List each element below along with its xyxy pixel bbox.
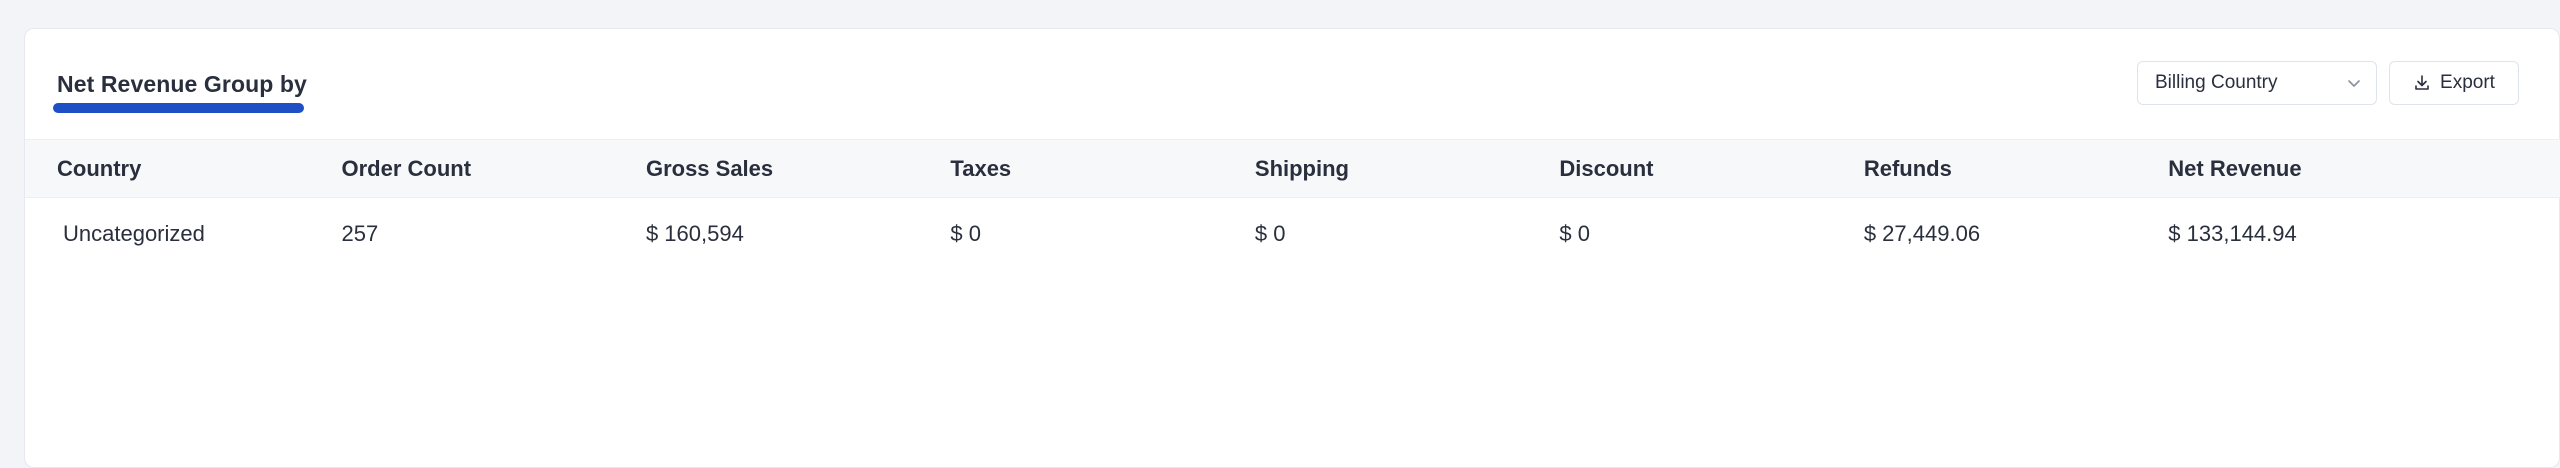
title-underline [53,103,304,113]
cell-gross-sales: $ 160,594 [645,221,744,246]
cell-order-count: 257 [341,221,379,246]
column-header-taxes[interactable]: Taxes [950,140,1254,198]
download-icon [2415,75,2429,90]
column-header-net-revenue[interactable]: Net Revenue [2168,140,2560,198]
cell-discount: $ 0 [1559,221,1590,246]
net-revenue-card: Net Revenue Group by Billing Country Exp… [24,28,2560,468]
column-header-order-count[interactable]: Order Count [341,140,645,198]
column-header-discount[interactable]: Discount [1559,140,1863,198]
chevron-down-icon [2348,80,2360,87]
column-header-gross-sales[interactable]: Gross Sales [646,140,950,198]
group-by-select[interactable]: Billing Country [2137,61,2377,105]
cell-country: Uncategorized [63,221,205,246]
net-revenue-table: Country Order Count Gross Sales Taxes Sh… [25,139,2560,270]
table-row: Uncategorized 257 $ 160,594 $ 0 $ 0 $ 0 … [25,198,2560,271]
cell-taxes: $ 0 [950,221,982,246]
title-wrap: Net Revenue Group by [53,69,307,113]
cell-shipping: $ 0 [1254,221,1286,246]
card-header: Net Revenue Group by Billing Country Exp… [25,29,2559,139]
column-header-refunds[interactable]: Refunds [1864,140,2168,198]
export-label: Export [2440,72,2495,93]
column-header-shipping[interactable]: Shipping [1255,140,1559,198]
export-button[interactable]: Export [2389,61,2519,105]
column-header-country[interactable]: Country [25,140,341,198]
cell-net-revenue: $ 133,144.94 [2168,221,2297,246]
report-title: Net Revenue Group by [57,71,307,97]
table-header-row: Country Order Count Gross Sales Taxes Sh… [25,139,2560,198]
group-by-selected-value: Billing Country [2155,72,2278,93]
cell-refunds: $ 27,449.06 [1863,221,1981,246]
